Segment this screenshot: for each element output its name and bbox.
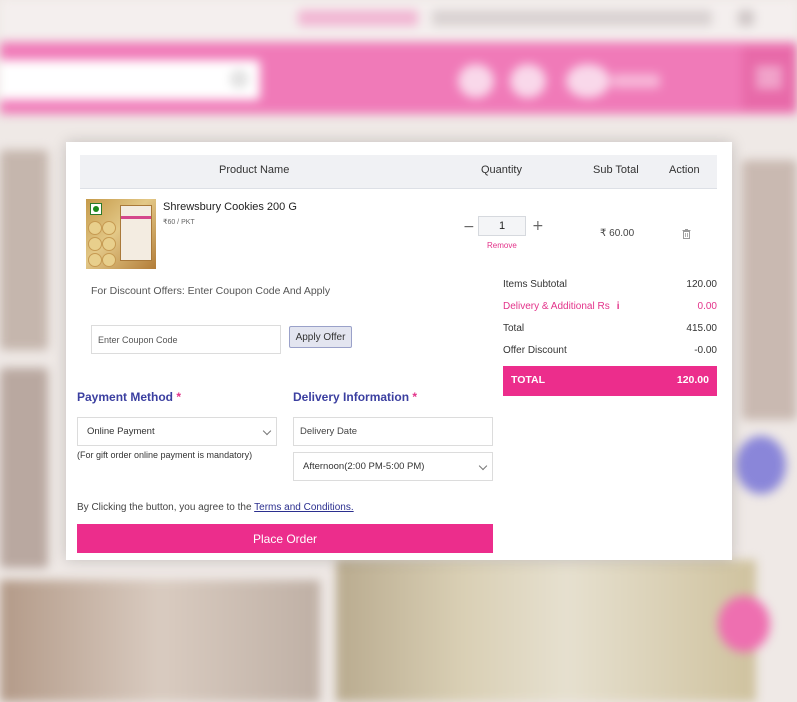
bg-product-card [742, 160, 797, 420]
payment-note: (For gift order online payment is mandat… [77, 450, 253, 460]
summary-row-delivery: Delivery & Additional Rs i 0.00 [503, 298, 717, 320]
bg-promo-text-secondary [432, 10, 712, 26]
cookie-box [120, 205, 152, 261]
bg-top-bar [0, 0, 797, 40]
delivery-time-slot-select[interactable]: Afternoon(2:00 PM-5:00 PM) [293, 452, 493, 481]
coupon-label: For Discount Offers: Enter Coupon Code A… [91, 285, 331, 297]
delivery-date-input[interactable] [293, 417, 493, 446]
summary-row-items-subtotal: Items Subtotal 120.00 [503, 276, 717, 298]
bg-header-icon [510, 64, 546, 98]
terms-agreement: By Clicking the button, you agree to the… [77, 502, 354, 513]
required-marker: * [412, 390, 418, 404]
total-value: 415.00 [686, 323, 717, 334]
apply-offer-button[interactable]: Apply Offer [289, 326, 352, 348]
grand-total-bar: TOTAL 120.00 [503, 366, 717, 396]
grand-total-value: 120.00 [676, 374, 709, 386]
bg-header-logo [612, 74, 660, 88]
terms-link[interactable]: Terms and Conditions. [254, 502, 354, 513]
bg-product-image [0, 580, 320, 702]
quantity-decrease-button[interactable]: − [463, 220, 475, 234]
bg-search-bar [0, 60, 260, 100]
delivery-charges-label: Delivery & Additional Rs [503, 301, 610, 312]
bg-promo-text [298, 10, 418, 26]
product-name[interactable]: Shrewsbury Cookies 200 G [163, 201, 297, 213]
payment-method-select[interactable]: Online Payment [77, 417, 277, 446]
bg-menu-icon [742, 46, 797, 110]
veg-dot-icon [90, 203, 102, 215]
bg-chat-bubble-icon [736, 436, 786, 494]
total-label: Total [503, 323, 525, 334]
product-image[interactable] [86, 199, 156, 269]
header-sub-total: Sub Total [593, 164, 639, 176]
bg-product-card [0, 150, 48, 350]
bg-product-image [336, 560, 756, 702]
summary-row-offer-discount: Offer Discount -0.00 [503, 342, 717, 364]
cart-table-header: Product Name Quantity Sub Total Action [80, 155, 717, 189]
items-subtotal-value: 120.00 [686, 279, 717, 290]
payment-method-title: Payment Method * [77, 390, 182, 404]
items-subtotal-label: Items Subtotal [503, 279, 567, 290]
chevron-down-icon [478, 461, 488, 471]
required-marker: * [176, 390, 182, 404]
header-action: Action [669, 164, 700, 176]
bg-float-button-icon [718, 596, 770, 652]
product-unit-price: ₹60 / PKT [163, 219, 195, 226]
bg-header-icon [458, 64, 494, 98]
delivery-charges-value: 0.00 [697, 301, 717, 312]
quantity-increase-button[interactable]: + [532, 219, 544, 233]
agreement-text: By Clicking the button, you agree to the [77, 502, 255, 513]
offer-discount-value: -0.00 [694, 345, 717, 356]
item-sub-total: ₹ 60.00 [600, 228, 635, 239]
payment-method-selected: Online Payment [87, 426, 155, 437]
header-quantity: Quantity [481, 164, 522, 176]
bg-close-icon [738, 10, 754, 26]
delivery-information-title: Delivery Information * [293, 390, 418, 404]
grand-total-label: TOTAL [511, 374, 546, 386]
time-slot-selected: Afternoon(2:00 PM-5:00 PM) [303, 461, 425, 472]
bg-product-card [0, 368, 48, 568]
header-product-name: Product Name [219, 164, 290, 176]
order-summary: Items Subtotal 120.00 Delivery & Additio… [503, 276, 717, 364]
info-icon[interactable]: i [617, 301, 620, 312]
chevron-down-icon [262, 426, 272, 436]
summary-row-total: Total 415.00 [503, 320, 717, 342]
trash-icon[interactable] [682, 229, 691, 239]
place-order-button[interactable]: Place Order [77, 524, 493, 553]
quantity-input[interactable]: 1 [478, 216, 526, 236]
coupon-code-input[interactable] [91, 325, 281, 354]
bg-search-icon [232, 72, 246, 86]
checkout-modal: Product Name Quantity Sub Total Action S… [66, 142, 732, 560]
offer-discount-label: Offer Discount [503, 345, 567, 356]
bg-header-icon [566, 64, 610, 98]
remove-link[interactable]: Remove [487, 241, 517, 250]
